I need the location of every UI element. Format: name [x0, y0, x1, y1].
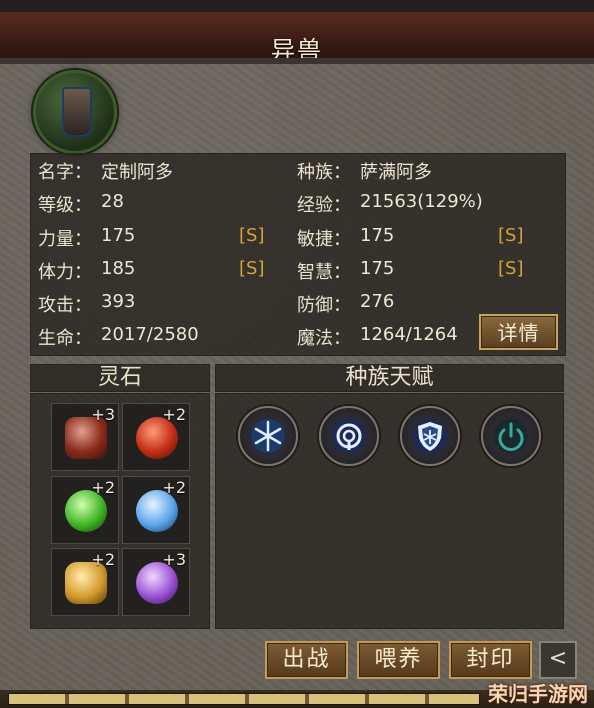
beast-avatar[interactable]: [33, 70, 117, 154]
talent-slot-3[interactable]: [400, 406, 460, 466]
stone-level: +2: [162, 405, 186, 424]
stat-value: 175: [360, 258, 395, 279]
stat-value: 21563(129%): [360, 191, 483, 212]
stat-label: 力量：: [38, 229, 92, 250]
race-talent-header: 种族天赋: [215, 364, 564, 392]
stat-value: 定制阿多: [101, 162, 173, 183]
stat-label: 攻击：: [38, 295, 92, 316]
spirit-stone-slot[interactable]: +2: [122, 476, 190, 544]
stat-value: 萨满阿多: [360, 162, 432, 183]
title-divider: [0, 58, 594, 64]
stat-label: 种族：: [297, 162, 351, 183]
talent-slot-4[interactable]: [481, 406, 541, 466]
spirit-stone-slot[interactable]: +2: [51, 548, 119, 616]
stat-label: 敏捷：: [297, 229, 351, 250]
details-button[interactable]: 详情: [479, 314, 558, 350]
snowflake-icon: [251, 419, 285, 453]
stat-value: 393: [101, 291, 136, 312]
spirit-stone-header: 灵石: [30, 364, 210, 392]
spirit-stone-slot[interactable]: +2: [122, 403, 190, 471]
top-strip: [0, 0, 594, 12]
back-button[interactable]: <: [539, 641, 577, 679]
spirit-stone-slot[interactable]: +2: [51, 476, 119, 544]
frost-shield-icon: [413, 419, 447, 453]
stat-value: 2017/2580: [101, 324, 199, 345]
stone-level: +2: [91, 550, 115, 569]
stone-level: +3: [162, 550, 186, 569]
grade-tag: [S]: [239, 258, 265, 279]
spirit-stone-slot[interactable]: +3: [122, 548, 190, 616]
stat-label: 等级：: [38, 195, 92, 216]
stat-value: 185: [101, 258, 136, 279]
stat-value: 1264/1264: [360, 324, 458, 345]
grade-tag: [S]: [498, 258, 524, 279]
stat-value: 276: [360, 291, 395, 312]
stat-label: 体力：: [38, 262, 92, 283]
spirit-stone-slot[interactable]: +3: [51, 403, 119, 471]
title-bar: 异兽: [0, 12, 594, 64]
grade-tag: [S]: [239, 225, 265, 246]
seal-button[interactable]: 封印: [449, 641, 532, 679]
experience-bar: [8, 693, 480, 705]
talent-slot-2[interactable]: [319, 406, 379, 466]
stat-label: 名字：: [38, 162, 92, 183]
spiral-icon: [332, 419, 366, 453]
stat-value: 28: [101, 191, 124, 212]
stat-label: 生命：: [38, 328, 92, 349]
stat-label: 防御：: [297, 295, 351, 316]
beast-portrait-icon: [62, 87, 92, 137]
feed-button[interactable]: 喂养: [357, 641, 440, 679]
watermark: 荣归手游网: [488, 682, 588, 706]
stat-label: 魔法：: [297, 328, 351, 349]
stat-label: 智慧：: [297, 262, 351, 283]
stat-value: 175: [360, 225, 395, 246]
stone-level: +2: [91, 478, 115, 497]
battle-button[interactable]: 出战: [265, 641, 348, 679]
talent-slot-1[interactable]: [238, 406, 298, 466]
stat-label: 经验：: [297, 195, 351, 216]
stat-value: 175: [101, 225, 136, 246]
stone-level: +3: [91, 405, 115, 424]
grade-tag: [S]: [498, 225, 524, 246]
stone-level: +2: [162, 478, 186, 497]
power-icon: [494, 419, 528, 453]
